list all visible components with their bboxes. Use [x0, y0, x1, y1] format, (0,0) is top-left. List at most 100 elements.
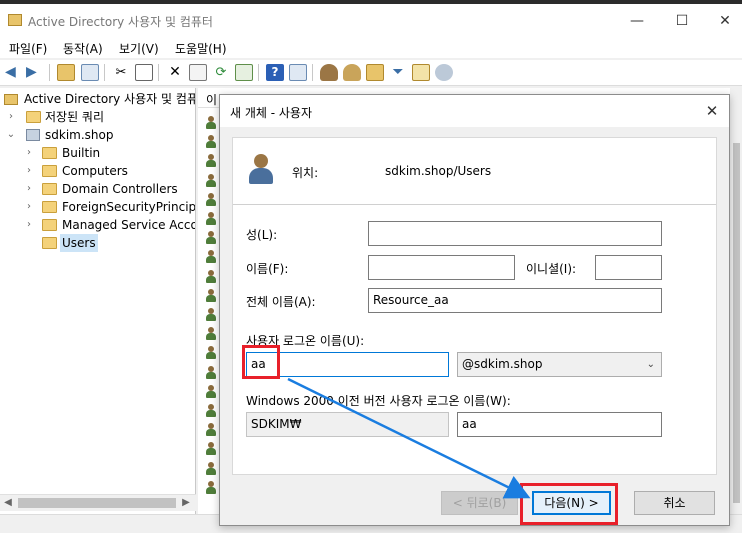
user-object-icon[interactable] — [204, 212, 218, 226]
initials-field[interactable] — [595, 255, 662, 280]
chevron-right-icon[interactable]: › — [24, 144, 34, 162]
refresh-icon[interactable]: ⟳ — [212, 64, 230, 81]
user-icon-body — [249, 168, 273, 184]
delete-icon[interactable]: ✕ — [166, 64, 184, 81]
chevron-right-icon[interactable]: › — [24, 162, 34, 180]
chevron-down-icon[interactable]: ⌄ — [6, 126, 16, 144]
minimize-button[interactable]: — — [622, 10, 652, 32]
menu-help[interactable]: 도움말(H) — [175, 40, 227, 57]
scrollbar-thumb[interactable] — [733, 143, 740, 503]
user-object-icon[interactable] — [204, 308, 218, 322]
cut-icon[interactable]: ✂ — [112, 64, 130, 81]
user-object-icon[interactable] — [204, 327, 218, 341]
user-icon — [247, 154, 275, 186]
new-ou-icon[interactable] — [366, 64, 384, 81]
divider — [233, 204, 716, 205]
user-object-icon[interactable] — [204, 365, 218, 380]
new-group-icon[interactable] — [343, 64, 361, 81]
back-arrow-icon[interactable]: ◀ — [5, 64, 23, 81]
window-title: Active Directory 사용자 및 컴퓨터 — [28, 15, 213, 29]
dialog-title-bar: 새 개체 - 사용자 ✕ — [220, 95, 729, 127]
user-icon-body — [206, 410, 216, 417]
up-folder-icon[interactable] — [57, 64, 75, 81]
user-object-icon[interactable] — [204, 154, 218, 168]
chevron-right-icon[interactable]: › — [24, 180, 34, 198]
ad-console-icon — [4, 94, 18, 105]
folder-icon — [42, 147, 57, 159]
user-object-icon[interactable] — [204, 423, 218, 437]
dialog-close-button[interactable]: ✕ — [702, 101, 722, 121]
pre2000-domain-field: SDKIM₩ — [246, 412, 449, 437]
user-object-icon[interactable] — [204, 250, 218, 264]
user-object-icon[interactable] — [204, 116, 218, 130]
user-icon-body — [206, 198, 216, 206]
toolbar-separator — [104, 64, 105, 81]
properties-icon[interactable] — [189, 64, 207, 81]
user-icon-body — [206, 352, 216, 360]
full-name-field[interactable]: Resource_aa — [368, 288, 662, 313]
scrollbar-thumb[interactable] — [18, 498, 176, 508]
tree-horizontal-scrollbar[interactable]: ◀ ▶ — [0, 494, 196, 511]
user-object-icon[interactable] — [204, 231, 218, 245]
chevron-right-icon[interactable]: › — [24, 198, 34, 216]
cancel-button[interactable]: 취소 — [634, 491, 715, 515]
user-object-icon[interactable] — [204, 404, 218, 418]
user-object-icon[interactable] — [204, 442, 218, 456]
last-name-label: 성(L): — [246, 228, 278, 242]
scroll-left-icon[interactable]: ◀ — [0, 495, 16, 511]
menu-action[interactable]: 동작(A) — [63, 40, 103, 57]
filter-icon[interactable]: ⏷ — [389, 64, 407, 81]
details-vertical-scrollbar[interactable] — [730, 88, 742, 514]
toolbar-separator — [258, 64, 259, 81]
new-user-icon[interactable] — [320, 64, 338, 81]
back-button[interactable]: < 뒤로(B) — [441, 491, 518, 515]
close-window-button[interactable]: ✕ — [710, 10, 740, 32]
user-object-icon[interactable] — [204, 135, 218, 149]
last-name-field[interactable] — [368, 221, 662, 246]
dialog-title: 새 개체 - 사용자 — [230, 106, 313, 120]
column-header-name[interactable]: 이 — [206, 91, 217, 108]
user-object-icon[interactable] — [204, 192, 218, 207]
upn-suffix-value: @sdkim.shop — [462, 357, 543, 371]
user-icon-head — [208, 288, 214, 295]
user-icon-body — [206, 371, 216, 379]
dialog-body: 위치: sdkim.shop/Users 성(L): 이름(F): 이니셜(I)… — [232, 137, 717, 475]
user-object-icon[interactable] — [204, 173, 218, 188]
domain-icon — [26, 129, 40, 141]
copy-icon[interactable] — [135, 64, 153, 81]
user-object-icon[interactable] — [204, 269, 218, 284]
menu-file[interactable]: 파일(F) — [9, 40, 47, 57]
add-to-group-icon[interactable] — [435, 64, 453, 81]
pre2000-name-field[interactable]: aa — [457, 412, 662, 437]
user-object-icon[interactable] — [204, 346, 218, 360]
tree-item-label: 저장된 쿼리 — [45, 110, 105, 124]
scroll-right-icon[interactable]: ▶ — [178, 495, 194, 511]
show-pane-icon[interactable] — [289, 64, 307, 81]
annotation-highlight-next — [520, 483, 618, 525]
menu-bar: 파일(F) 동작(A) 보기(V) 도움말(H) — [0, 38, 742, 58]
user-object-icon[interactable] — [204, 480, 218, 495]
forward-arrow-icon[interactable]: ▶ — [26, 64, 44, 81]
help-icon[interactable]: ? — [266, 64, 284, 81]
maximize-button[interactable]: ☐ — [667, 10, 697, 32]
menu-view[interactable]: 보기(V) — [119, 40, 159, 57]
user-icon-head — [208, 365, 214, 372]
upn-suffix-select[interactable]: @sdkim.shop ⌄ — [457, 352, 662, 377]
new-user-dialog: 새 개체 - 사용자 ✕ 위치: sdkim.shop/Users 성(L): … — [219, 94, 730, 526]
tree-item-label: Users — [60, 234, 98, 252]
user-object-icon[interactable] — [204, 288, 218, 303]
pre2000-label: Windows 2000 이전 버전 사용자 로그온 이름(W): — [246, 394, 511, 408]
user-icon-body — [206, 486, 216, 494]
chevron-right-icon[interactable]: › — [6, 108, 16, 126]
chevron-right-icon[interactable]: › — [24, 216, 34, 234]
find-icon[interactable] — [412, 64, 430, 81]
folder-icon — [42, 201, 57, 213]
tree-item-label: Domain Controllers — [62, 182, 178, 196]
location-label: 위치: — [292, 166, 319, 180]
first-name-field[interactable] — [368, 255, 515, 280]
user-object-icon[interactable] — [204, 461, 218, 476]
user-object-icon[interactable] — [204, 384, 218, 399]
export-list-icon[interactable] — [235, 64, 253, 81]
user-icon-body — [206, 122, 216, 129]
console-tree-icon[interactable] — [81, 64, 99, 81]
